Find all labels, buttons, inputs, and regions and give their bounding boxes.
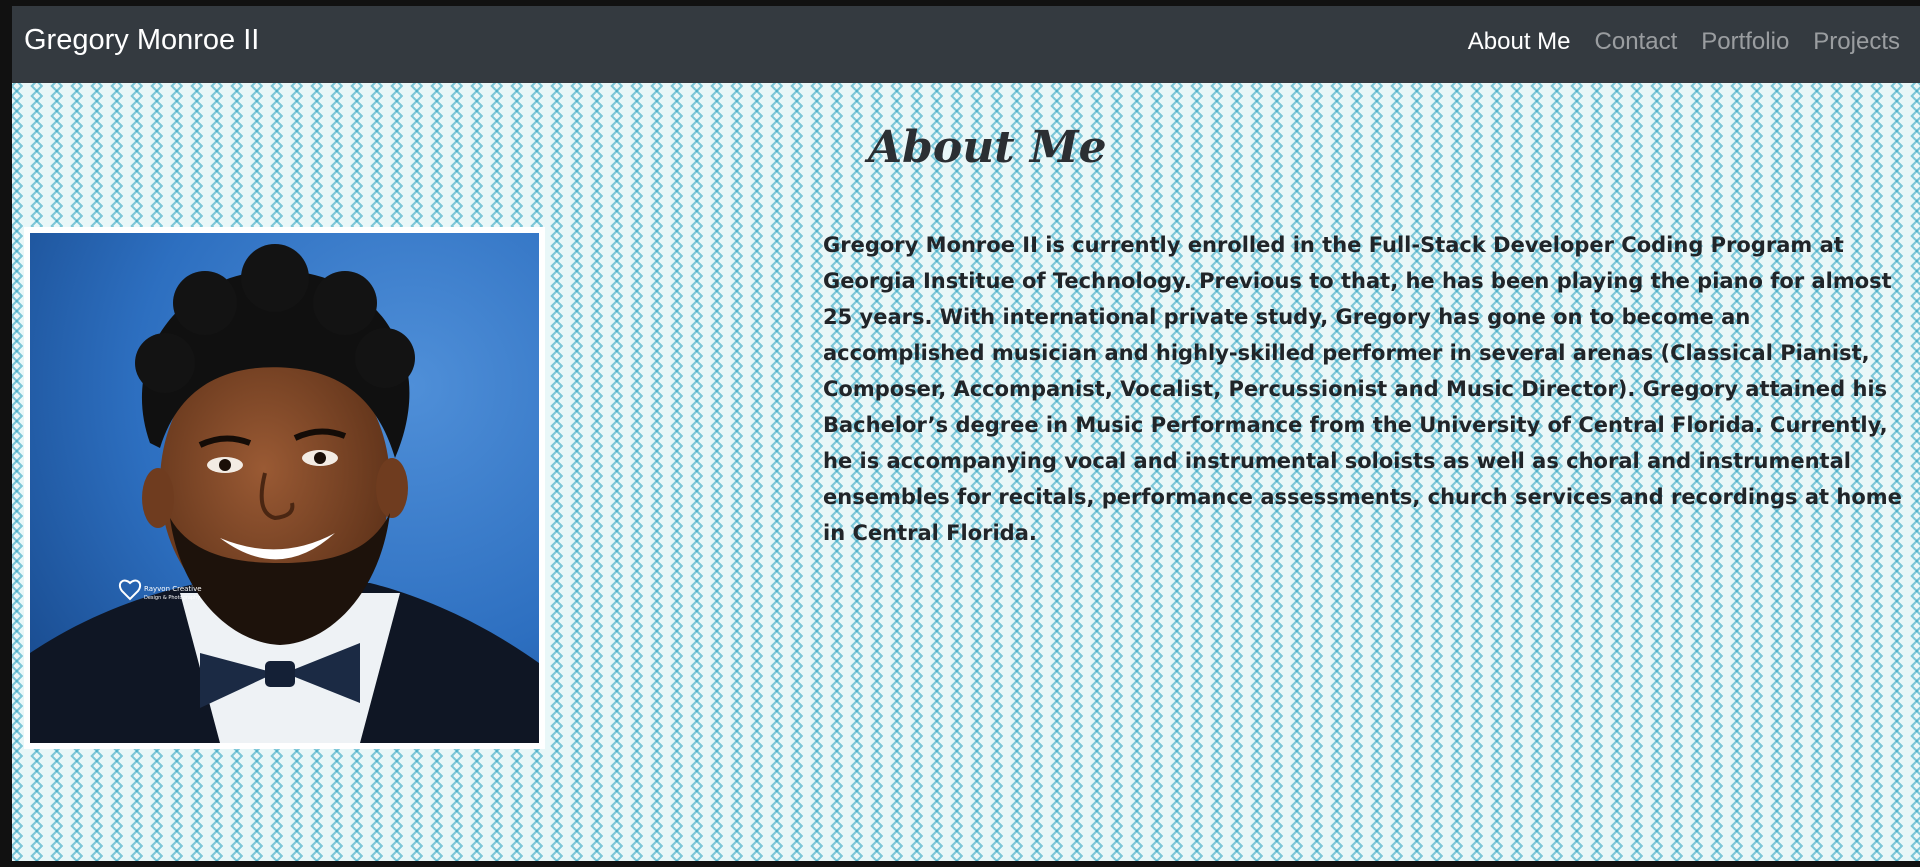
nav-link-about-me[interactable]: About Me: [1468, 28, 1571, 56]
svg-text:Rayvon Creative: Rayvon Creative: [144, 585, 202, 593]
nav-link-projects[interactable]: Projects: [1813, 28, 1900, 56]
profile-photo-frame: Rayvon Creative Design & Photography: [24, 227, 545, 749]
svg-text:Design & Photography: Design & Photography: [144, 595, 200, 601]
brand-link[interactable]: Gregory Monroe II: [24, 24, 259, 57]
bio-paragraph: Gregory Monroe II is currently enrolled …: [823, 233, 1902, 545]
nav-link-contact[interactable]: Contact: [1595, 28, 1678, 56]
portrait-photo: Rayvon Creative Design & Photography: [30, 233, 539, 743]
nav-links: About Me Contact Portfolio Projects: [1468, 28, 1900, 56]
nav-link-portfolio[interactable]: Portfolio: [1701, 28, 1789, 56]
navbar: Gregory Monroe II About Me Contact Portf…: [12, 6, 1920, 83]
page-frame: Gregory Monroe II About Me Contact Portf…: [12, 6, 1920, 861]
page-title: About Me: [868, 122, 1107, 173]
